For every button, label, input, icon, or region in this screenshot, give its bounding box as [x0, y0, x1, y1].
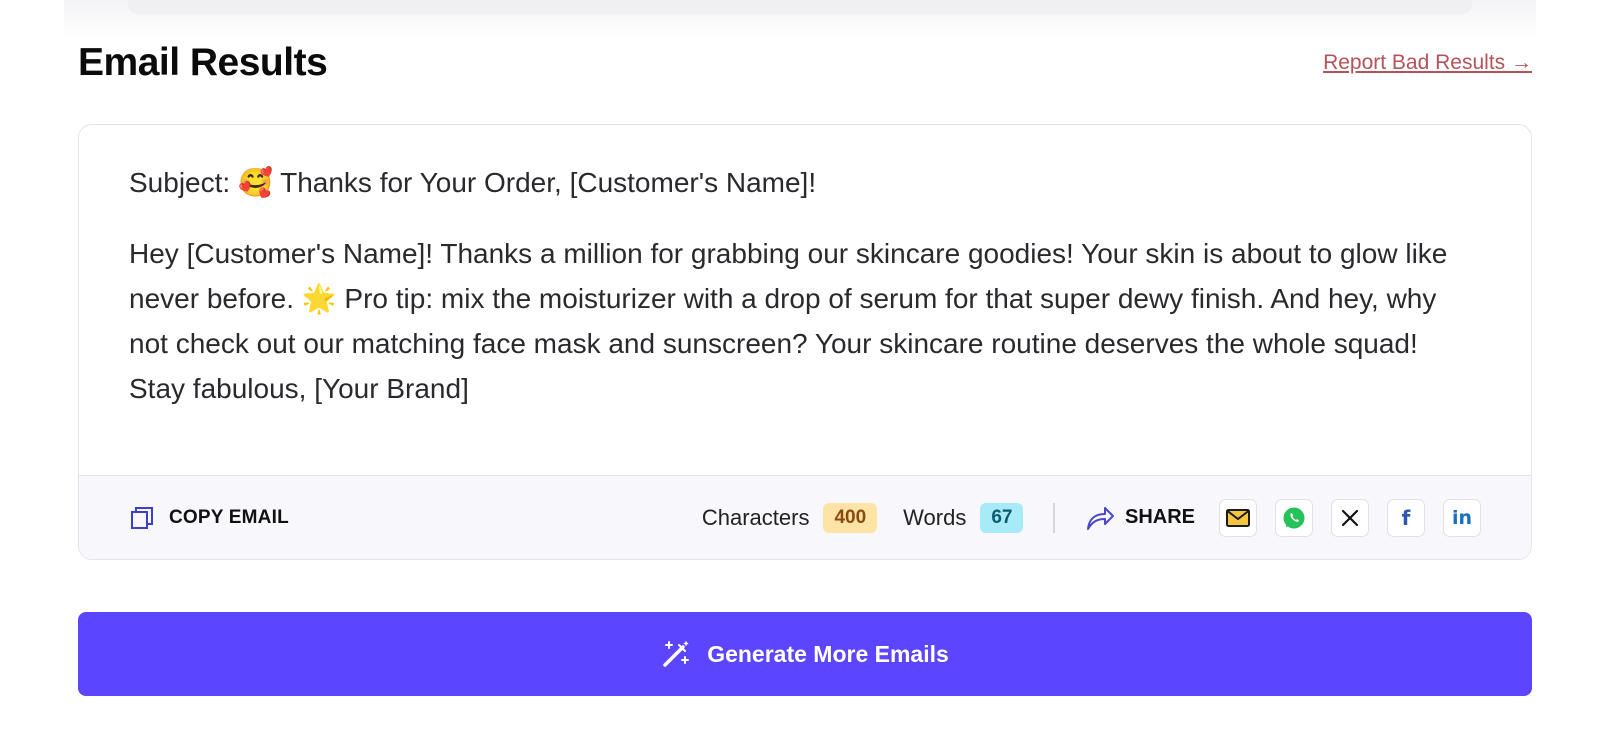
generate-more-emails-label: Generate More Emails: [707, 640, 949, 667]
characters-badge: 400: [823, 502, 878, 533]
words-label: Words: [903, 504, 967, 530]
share-email-button[interactable]: [1219, 498, 1257, 537]
email-result-card: Subject: 🥰 Thanks for Your Order, [Custo…: [78, 124, 1532, 560]
share-x-button[interactable]: [1331, 498, 1369, 537]
email-subject: Subject: 🥰 Thanks for Your Order, [Custo…: [129, 167, 817, 198]
footer-divider: [1053, 502, 1055, 533]
results-header: Email Results Report Bad Results →: [78, 38, 1532, 88]
x-icon: [1341, 509, 1359, 526]
facebook-icon: f: [1401, 505, 1411, 530]
copy-icon: [131, 506, 153, 529]
copy-email-button[interactable]: COPY EMAIL: [129, 505, 289, 531]
magic-wand-icon: [663, 641, 690, 667]
words-count: Words 67: [903, 502, 1024, 533]
characters-label: Characters: [701, 504, 810, 530]
email-content: Subject: 🥰 Thanks for Your Order, [Custo…: [79, 125, 1531, 411]
share-label: SHARE: [1124, 506, 1195, 528]
share-group: SHARE f in: [1085, 498, 1481, 537]
characters-count: Characters 400: [701, 502, 878, 533]
share-facebook-button[interactable]: f: [1387, 498, 1425, 537]
report-bad-results-link[interactable]: Report Bad Results →: [1323, 51, 1532, 75]
share-linkedin-button[interactable]: in: [1443, 498, 1481, 537]
share-icon: [1086, 506, 1114, 530]
words-badge: 67: [980, 502, 1024, 533]
generate-more-emails-button[interactable]: Generate More Emails: [78, 612, 1532, 696]
email-card-footer: COPY EMAIL Characters 400 Words 67 SHARE: [79, 475, 1531, 559]
share-whatsapp-button[interactable]: [1275, 498, 1313, 537]
whatsapp-icon: [1283, 507, 1305, 528]
top-panel-shadow: [64, 0, 1536, 40]
email-body: Hey [Customer's Name]! Thanks a million …: [129, 238, 1448, 404]
page-title: Email Results: [78, 41, 328, 84]
email-icon: [1226, 508, 1250, 527]
copy-email-label: COPY EMAIL: [169, 506, 289, 528]
linkedin-icon: in: [1451, 506, 1473, 529]
